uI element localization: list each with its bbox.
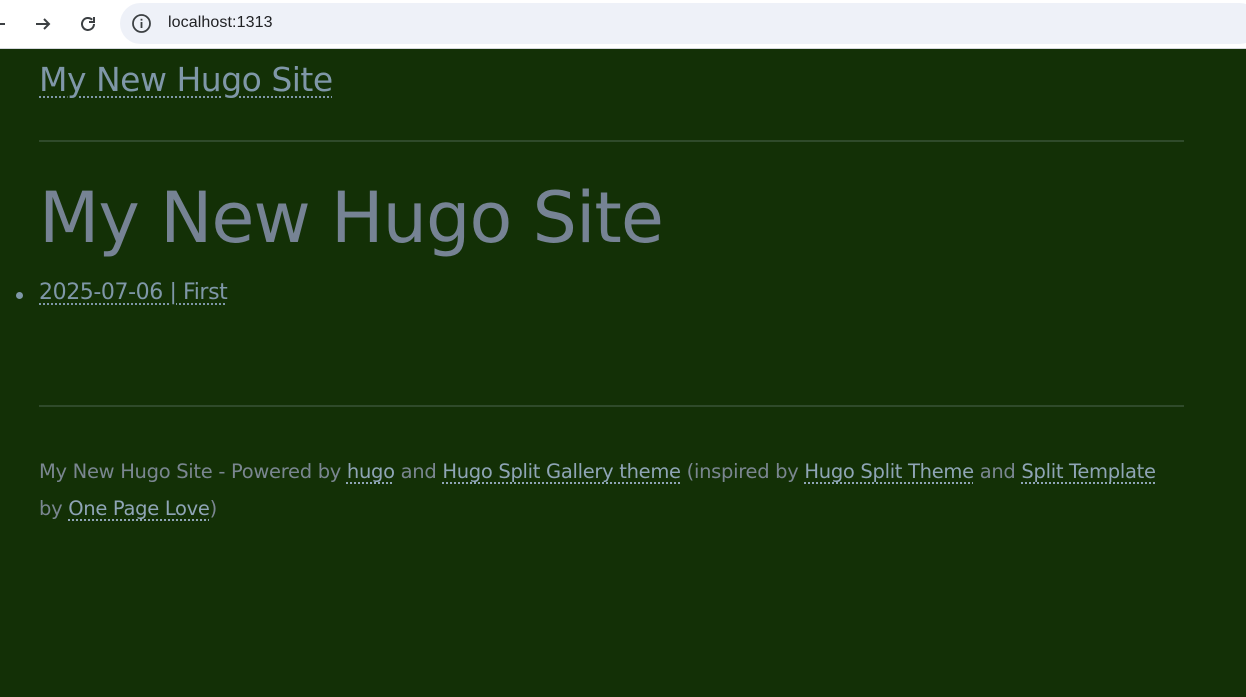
page-title: My New Hugo Site [39, 177, 664, 259]
one-page-love-link[interactable]: One Page Love [68, 497, 210, 520]
back-button[interactable] [0, 8, 14, 40]
header-divider [39, 140, 1184, 142]
footer-inspired-by: (inspired by [680, 460, 805, 483]
footer: My New Hugo Site - Powered by hugo and H… [39, 453, 1184, 527]
info-icon[interactable] [131, 13, 152, 34]
footer-and: and [973, 460, 1022, 483]
post-link-first[interactable]: 2025-07-06 | First [39, 280, 228, 305]
reload-icon [81, 17, 95, 31]
reload-button[interactable] [72, 8, 104, 40]
footer-prefix: My New Hugo Site - Powered by [39, 460, 347, 483]
footer-suffix: ) [209, 497, 218, 520]
site-title-link[interactable]: My New Hugo Site [39, 60, 333, 99]
footer-divider [39, 405, 1184, 407]
hugo-link[interactable]: hugo [347, 460, 395, 483]
page-content: My New Hugo Site My New Hugo Site 2025-0… [0, 50, 1246, 697]
footer-by: by [39, 497, 69, 520]
url-text[interactable]: localhost:1313 [168, 14, 273, 32]
split-theme-link[interactable]: Hugo Split Theme [804, 460, 974, 483]
list-bullet [16, 292, 23, 299]
gallery-theme-link[interactable]: Hugo Split Gallery theme [442, 460, 681, 483]
split-template-link[interactable]: Split Template [1021, 460, 1156, 483]
footer-and: and [394, 460, 443, 483]
forward-arrow-icon [36, 18, 51, 30]
back-arrow-icon [0, 23, 5, 25]
forward-button[interactable] [27, 8, 59, 40]
browser-toolbar: localhost:1313 [0, 0, 1246, 49]
address-bar[interactable]: localhost:1313 [120, 3, 1246, 44]
